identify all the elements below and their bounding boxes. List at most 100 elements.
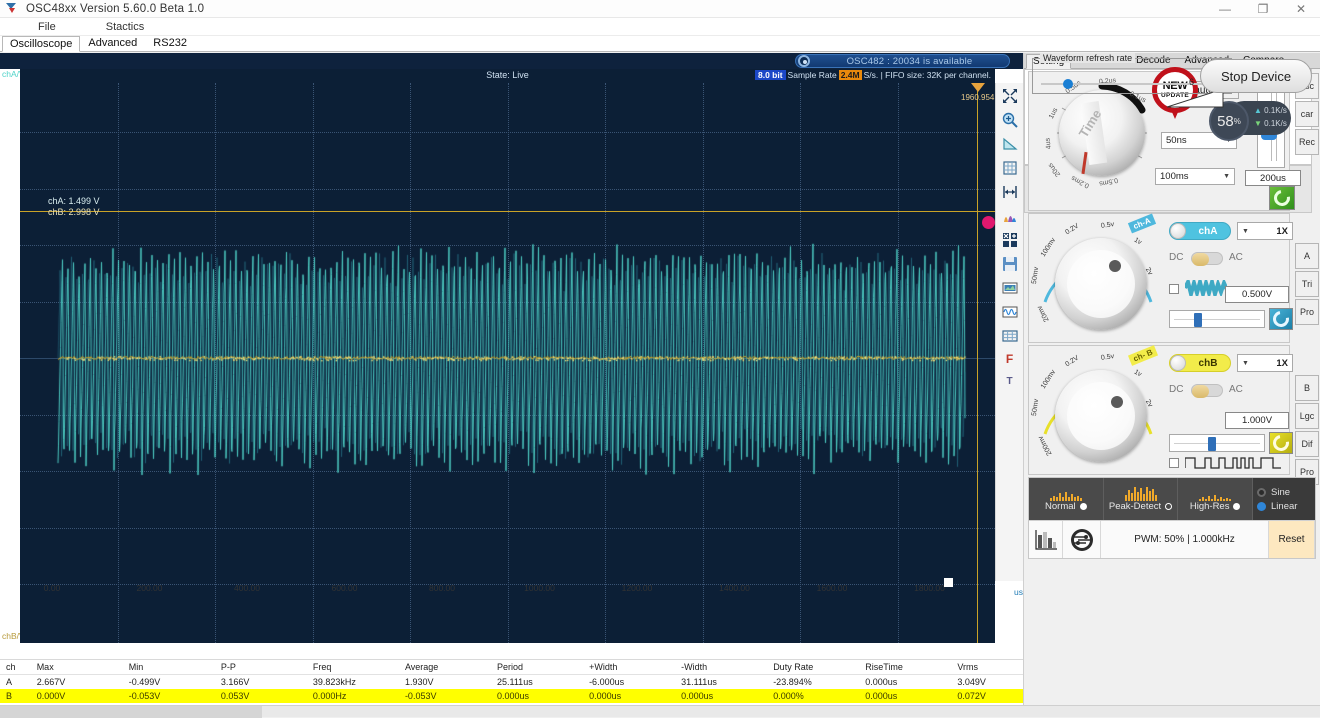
tab-rs232[interactable]: RS232 xyxy=(145,35,195,51)
side-button-b[interactable]: B xyxy=(1295,375,1319,401)
measurement-cell-pp: 3.166V xyxy=(215,675,307,690)
range-select[interactable]: 100ms ▼ xyxy=(1155,168,1235,185)
channel-b-probe-select[interactable]: ▼ 1X xyxy=(1237,354,1293,372)
channel-b-position-thumb[interactable] xyxy=(1208,437,1216,451)
channel-b-coupling-toggle[interactable] xyxy=(1191,384,1223,397)
table-grid-icon[interactable] xyxy=(998,325,1022,347)
measurement-cell-nwidth: 0.000us xyxy=(675,689,767,703)
table-row[interactable]: A 2.667V -0.499V 3.166V 39.823kHz 1.930V 25.11… xyxy=(0,675,1023,690)
measurement-header: ch xyxy=(0,660,31,675)
linear-radio[interactable] xyxy=(1257,502,1266,511)
maximize-button[interactable]: ❐ xyxy=(1244,0,1282,18)
mode-high-res-label: High-Res xyxy=(1190,501,1230,512)
channel-b-knob[interactable]: 0.2V 0.5v 100mv 1v 50mv 2v 200mv ch- B xyxy=(1033,348,1163,474)
side-button-pro-a[interactable]: Pro xyxy=(1295,299,1319,325)
menu-item-file[interactable]: File xyxy=(24,20,70,34)
side-button-tri[interactable]: Tri xyxy=(1295,271,1319,297)
update-available-pill[interactable]: OSC482 : 20034 is available xyxy=(795,54,1010,68)
mode-normal-radio[interactable] xyxy=(1080,503,1087,510)
time-refresh-button[interactable] xyxy=(1269,186,1295,210)
tab-oscilloscope[interactable]: Oscilloscope xyxy=(2,36,80,52)
side-button-lgc[interactable]: Lgc xyxy=(1295,403,1319,429)
channel-a-probe-select[interactable]: ▼ 1X xyxy=(1237,222,1293,240)
sine-radio[interactable] xyxy=(1257,488,1266,497)
mode-peak-detect[interactable]: Peak-Detect xyxy=(1104,478,1179,520)
download-arrow-icon: ▼ xyxy=(1254,119,1262,128)
measurement-header-row: ch Max Min P-P Freq Average Period +Width -Width… xyxy=(0,660,1023,675)
channel-b-position-slider[interactable] xyxy=(1169,434,1265,452)
title-bar: OSC48xx Version 5.60.0 Beta 1.0 — ❐ ✕ xyxy=(0,0,1320,18)
settings-gear-button[interactable] xyxy=(1063,521,1101,558)
settings-panel: Setting Extension Decode Advanced Compar… xyxy=(1023,53,1320,705)
mode-peak-detect-radio[interactable] xyxy=(1165,503,1172,510)
pwm-status[interactable]: PWM: 50% | 1.000kHz xyxy=(1101,521,1269,558)
square-marker[interactable] xyxy=(944,578,953,587)
width-measure-icon[interactable] xyxy=(998,181,1022,203)
time-knob[interactable]: Time 1us 0.5us 0.2us 0.1us 4us 20us 0.2m… xyxy=(1047,78,1157,190)
trigger-marker-icon[interactable] xyxy=(971,83,985,92)
cursor-horizontal[interactable] xyxy=(20,211,995,212)
table-row[interactable]: B 0.000V -0.053V 0.053V 0.000Hz -0.053V 0.000u… xyxy=(0,689,1023,703)
menu-item-stactics[interactable]: Stactics xyxy=(92,20,159,34)
t-cursor-button[interactable]: T xyxy=(998,371,1022,391)
channel-a-probe-value: 1X xyxy=(1249,226,1288,237)
mode-high-res-radio[interactable] xyxy=(1233,503,1240,510)
channel-a-position-slider[interactable] xyxy=(1169,310,1265,328)
f-cursor-button[interactable]: F xyxy=(998,349,1022,369)
measurement-body: A 2.667V -0.499V 3.166V 39.823kHz 1.930V 25.11… xyxy=(0,675,1023,704)
channel-b-logic-checkbox[interactable] xyxy=(1169,458,1179,468)
image-export-icon[interactable] xyxy=(998,277,1022,299)
channel-b-enable-toggle[interactable]: chB xyxy=(1169,354,1231,372)
cursor-vertical[interactable] xyxy=(977,83,978,643)
channel-a-coupling-toggle[interactable] xyxy=(1191,252,1223,265)
mode-high-res[interactable]: High-Res xyxy=(1178,478,1253,520)
readout-cha: chA: 1.499 V xyxy=(48,196,100,207)
layout-grid-icon[interactable] xyxy=(998,229,1022,251)
expand-icon[interactable] xyxy=(998,85,1022,107)
channel-b-reset-button[interactable] xyxy=(1269,432,1293,454)
refresh-rate-thumb[interactable] xyxy=(1063,79,1073,89)
waveform-icon[interactable] xyxy=(998,301,1022,323)
download-rate: 0.1K/s xyxy=(1264,119,1287,128)
histogram-icon[interactable] xyxy=(998,205,1022,227)
tab-advanced[interactable]: Advanced xyxy=(80,35,145,51)
histogram-button[interactable] xyxy=(1029,521,1063,558)
grid-icon[interactable] xyxy=(998,157,1022,179)
measurement-header: P-P xyxy=(215,660,307,675)
mode-peak-detect-label: Peak-Detect xyxy=(1109,501,1161,512)
channel-a-reset-button[interactable] xyxy=(1269,308,1293,330)
measurement-cell-ch: B xyxy=(0,689,31,703)
transfer-rates: ▲ 0.1K/s ▼ 0.1K/s xyxy=(1254,104,1287,130)
waveform-canvas xyxy=(20,83,995,643)
side-button-rec[interactable]: Rec xyxy=(1295,129,1319,155)
stop-device-button[interactable]: Stop Device xyxy=(1200,59,1312,93)
channel-offset-marker[interactable] xyxy=(982,216,995,229)
mode-normal[interactable]: Normal xyxy=(1029,478,1104,520)
measurement-cell-rise: 0.000us xyxy=(859,689,951,703)
channel-a-name: chA xyxy=(1186,226,1230,237)
close-button[interactable]: ✕ xyxy=(1282,0,1320,18)
side-button-dif[interactable]: Dif xyxy=(1295,431,1319,457)
channel-a-position-thumb[interactable] xyxy=(1194,313,1202,327)
waveform-plot[interactable]: chA: 1.499 V chB: 2.998 V 1960.954 xyxy=(20,83,995,643)
measurement-cell-ch: A xyxy=(0,675,31,690)
measurement-cell-average: 1.930V xyxy=(399,675,491,690)
triangle-measure-icon[interactable] xyxy=(998,133,1022,155)
generator-reset-button[interactable]: Reset xyxy=(1269,521,1315,558)
measurement-cell-period: 0.000us xyxy=(491,689,583,703)
channel-a-waveform-checkbox[interactable] xyxy=(1169,284,1179,294)
acquisition-mode-row: Normal Peak-Detect High-Res Sine Linear xyxy=(1029,478,1315,520)
normal-wave-icon xyxy=(1050,487,1082,501)
side-button-car[interactable]: car xyxy=(1295,101,1319,127)
refresh-rate-slider[interactable]: 6 xyxy=(1041,79,1223,89)
channel-a-knob[interactable]: 0.2V 0.5v 100mv 1v 50mv 2v 20mv ch-A xyxy=(1033,216,1163,342)
wave-type-sine[interactable]: Sine xyxy=(1257,487,1290,498)
side-button-a[interactable]: A xyxy=(1295,243,1319,269)
zoom-in-icon[interactable] xyxy=(998,109,1022,131)
wave-type-linear[interactable]: Linear xyxy=(1257,501,1297,512)
save-icon[interactable] xyxy=(998,253,1022,275)
minimize-button[interactable]: — xyxy=(1206,0,1244,18)
measurement-header: Period xyxy=(491,660,583,675)
channel-a-enable-toggle[interactable]: chA xyxy=(1169,222,1231,240)
refresh-rate-value: 6 xyxy=(1189,77,1194,87)
